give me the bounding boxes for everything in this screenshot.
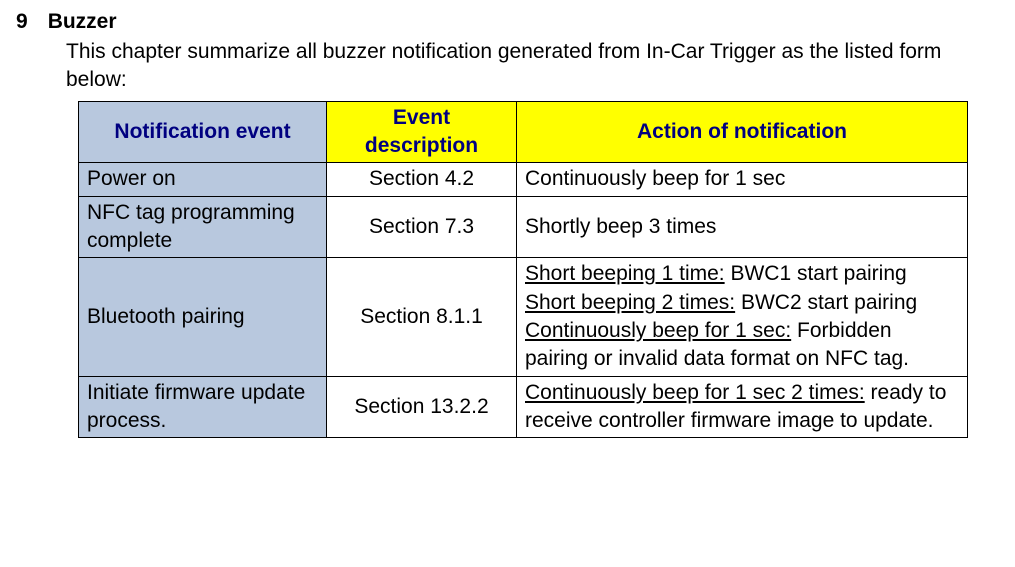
table-header-row: Notification event Event description Act… (79, 101, 968, 163)
cell-event: Initiate firmware update process. (79, 376, 327, 438)
cell-event: Bluetooth pairing (79, 258, 327, 376)
section-title: Buzzer (48, 10, 117, 34)
cell-desc: Section 13.2.2 (327, 376, 517, 438)
intro-text: This chapter summarize all buzzer notifi… (66, 38, 965, 95)
action-text: BWC2 start pairing (735, 291, 917, 314)
table-row: Bluetooth pairing Section 8.1.1 Short be… (79, 258, 968, 376)
cell-action: Shortly beep 3 times (517, 196, 968, 258)
cell-action: Continuously beep for 1 sec 2 times: rea… (517, 376, 968, 438)
cell-action: Continuously beep for 1 sec (517, 163, 968, 196)
table-row: NFC tag programming complete Section 7.3… (79, 196, 968, 258)
cell-desc: Section 8.1.1 (327, 258, 517, 376)
buzzer-table: Notification event Event description Act… (78, 101, 968, 439)
cell-action: Short beeping 1 time: BWC1 start pairing… (517, 258, 968, 376)
col-header-event: Notification event (79, 101, 327, 163)
underline-text: Continuously beep for 1 sec: (525, 319, 791, 342)
cell-event: NFC tag programming complete (79, 196, 327, 258)
cell-desc: Section 4.2 (327, 163, 517, 196)
underline-text: Short beeping 2 times: (525, 291, 735, 314)
section-heading: 9 Buzzer (16, 10, 965, 34)
cell-event: Power on (79, 163, 327, 196)
col-header-action: Action of notification (517, 101, 968, 163)
cell-desc: Section 7.3 (327, 196, 517, 258)
col-header-desc: Event description (327, 101, 517, 163)
table-row: Initiate firmware update process. Sectio… (79, 376, 968, 438)
action-text: BWC1 start pairing (725, 262, 907, 285)
section-number: 9 (16, 10, 28, 34)
table-row: Power on Section 4.2 Continuously beep f… (79, 163, 968, 196)
underline-text: Short beeping 1 time: (525, 262, 725, 285)
underline-text: Continuously beep for 1 sec 2 times: (525, 381, 865, 404)
